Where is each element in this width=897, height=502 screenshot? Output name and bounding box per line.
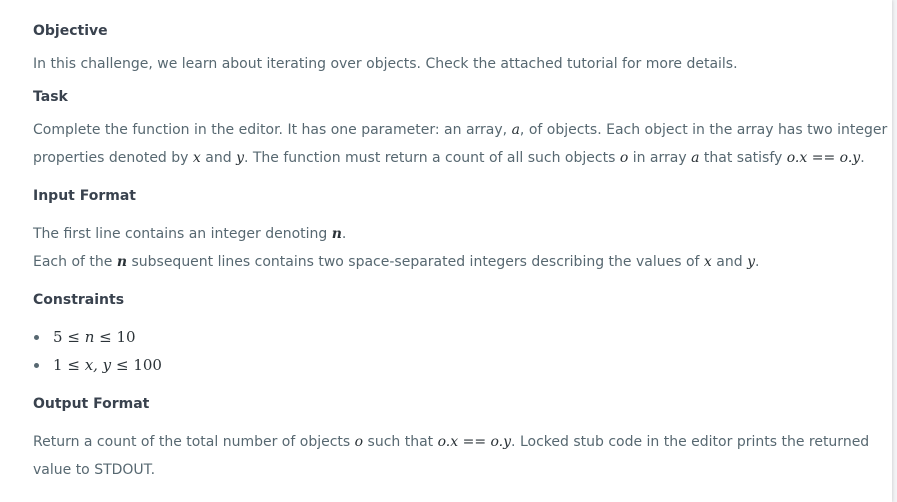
math-condition: o.x == o.y xyxy=(437,434,512,450)
objective-heading: Objective xyxy=(33,23,108,39)
constraint-item: 1 ≤ x, y ≤ 100 xyxy=(33,351,162,379)
output-format-heading: Output Format xyxy=(33,396,150,412)
math-n: n xyxy=(116,254,128,270)
objective-text: In this challenge, we learn about iterat… xyxy=(33,56,738,72)
math-y: y xyxy=(236,150,244,166)
math-o: o xyxy=(354,434,364,450)
constraints-heading: Constraints xyxy=(33,292,125,308)
math-y: y xyxy=(747,254,755,270)
math-x: x xyxy=(703,254,712,270)
bullet-icon xyxy=(34,363,39,368)
task-line-1: Complete the function in the editor. It … xyxy=(33,122,888,138)
math-x: x xyxy=(192,150,201,166)
constraint-item: 5 ≤ n ≤ 10 xyxy=(33,323,162,351)
math-n: n xyxy=(331,226,342,242)
output-format-line-2: value to STDOUT. xyxy=(33,462,156,478)
bullet-icon xyxy=(34,335,39,340)
task-heading: Task xyxy=(33,89,68,105)
input-format-line-2: Each of the n subsequent lines contains … xyxy=(33,254,760,270)
output-format-line-1: Return a count of the total number of ob… xyxy=(33,434,870,450)
math-condition: o.x == o.y xyxy=(786,150,861,166)
math-o: o xyxy=(619,150,629,166)
math-a: a xyxy=(511,122,520,138)
problem-statement-card: Objective In this challenge, we learn ab… xyxy=(0,0,892,502)
input-format-line-1: The first line contains an integer denot… xyxy=(33,226,347,242)
task-line-2: properties denoted by x and y. The funct… xyxy=(33,150,865,166)
constraints-list: 5 ≤ n ≤ 10 1 ≤ x, y ≤ 100 xyxy=(33,323,162,379)
input-format-heading: Input Format xyxy=(33,188,136,204)
